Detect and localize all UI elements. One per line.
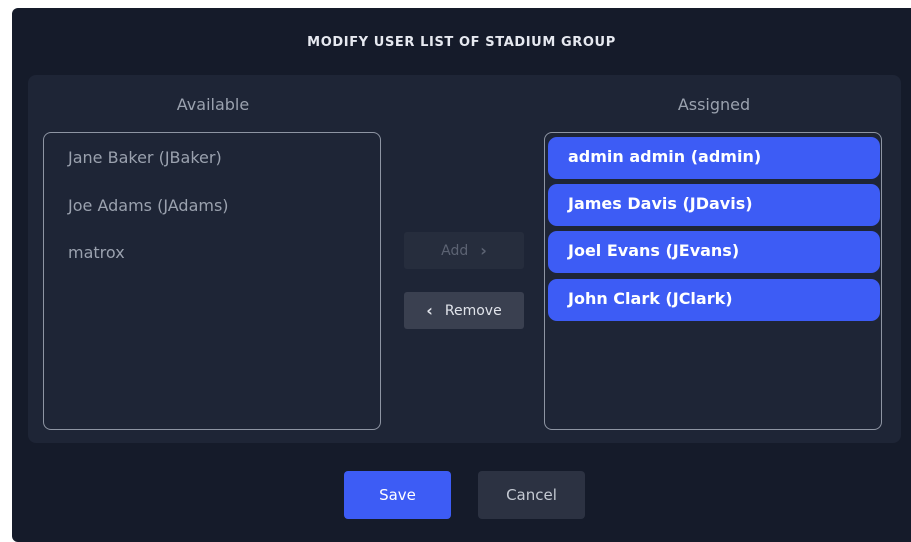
assigned-user-item[interactable]: admin admin (admin) — [548, 137, 880, 179]
chevron-right-icon: › — [480, 241, 487, 260]
assigned-user-item[interactable]: John Clark (JClark) — [548, 279, 880, 321]
remove-button-label: Remove — [444, 302, 502, 319]
available-user-item[interactable]: Joe Adams (JAdams) — [68, 196, 229, 215]
available-column-label: Available — [176, 95, 250, 114]
chevron-left-icon: ‹ — [426, 301, 433, 320]
cancel-button[interactable]: Cancel — [478, 471, 585, 519]
save-button[interactable]: Save — [344, 471, 451, 519]
add-button[interactable]: Add › — [404, 232, 524, 269]
modify-user-list-dialog: MODIFY USER LIST OF STADIUM GROUP Availa… — [12, 8, 911, 542]
assigned-user-item[interactable]: James Davis (JDavis) — [548, 184, 880, 226]
user-transfer-panel: Available Assigned Jane Baker (JBaker) J… — [28, 75, 901, 443]
available-users-list[interactable]: Jane Baker (JBaker) Joe Adams (JAdams) m… — [43, 132, 381, 430]
assigned-column-label: Assigned — [677, 95, 751, 114]
remove-button[interactable]: ‹ Remove — [404, 292, 524, 329]
assigned-users-list[interactable]: admin admin (admin) James Davis (JDavis)… — [544, 132, 882, 430]
available-user-item[interactable]: matrox — [68, 243, 125, 262]
assigned-user-item[interactable]: Joel Evans (JEvans) — [548, 231, 880, 273]
add-button-label: Add — [441, 242, 469, 259]
available-user-item[interactable]: Jane Baker (JBaker) — [68, 148, 222, 167]
dialog-title: MODIFY USER LIST OF STADIUM GROUP — [307, 35, 616, 50]
